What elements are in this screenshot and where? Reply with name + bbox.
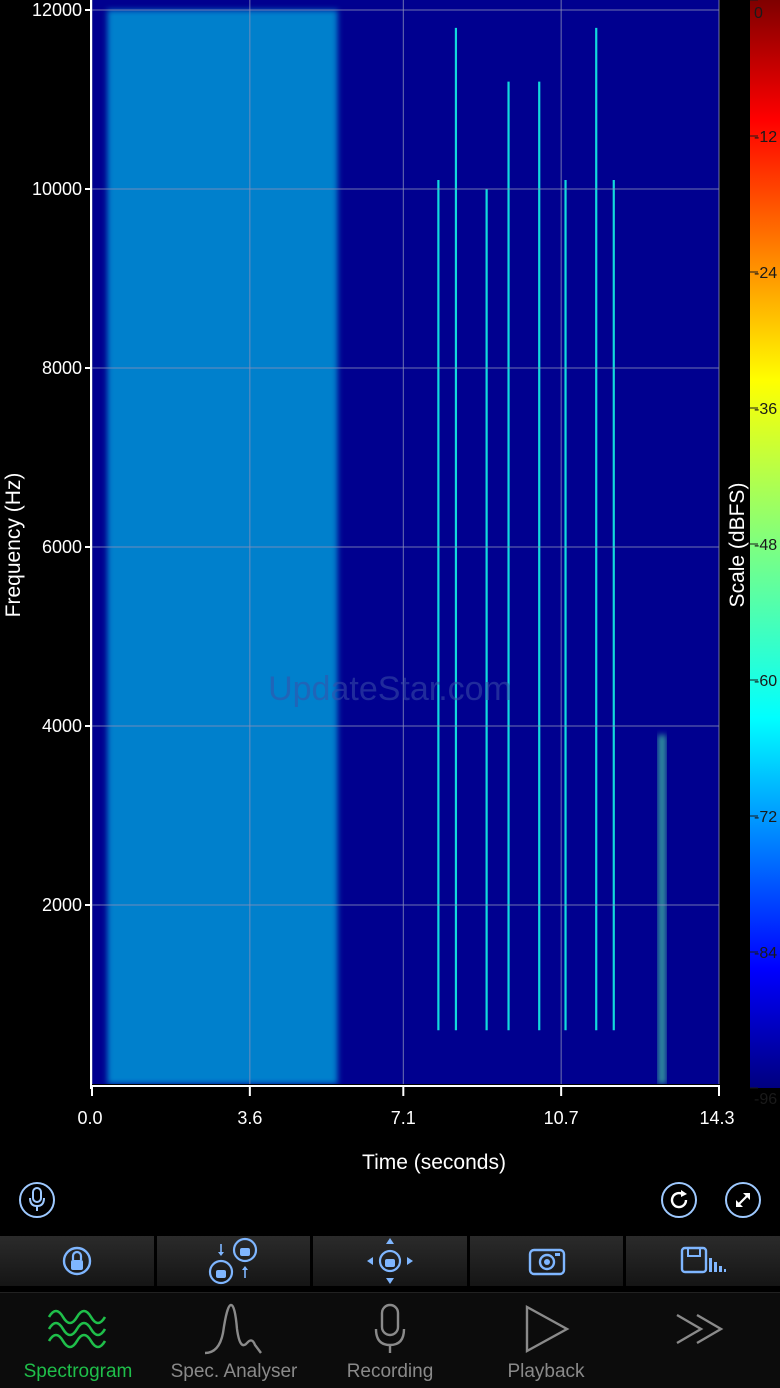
watermark: UpdateStar.com (268, 670, 512, 708)
lock-icon (62, 1246, 91, 1276)
save-levels-icon (680, 1246, 727, 1274)
broadband-region-1 (657, 734, 667, 1084)
play-icon (525, 1304, 570, 1354)
y-tick-label-6000: 6000 (42, 537, 82, 557)
x-tick-label-0: 0.0 (77, 1108, 102, 1128)
scale-tick-label-2: -24 (754, 265, 777, 282)
microphone-button[interactable] (19, 1182, 55, 1218)
stacked-lock-button[interactable] (156, 1236, 311, 1286)
scale-tick-label-0: 0 (754, 5, 763, 22)
tab-bar: Spectrogram Spec. Analyser Recording Pla… (0, 1292, 780, 1388)
color-scale-label: Scale (dBFS) (726, 483, 749, 608)
scale-tick-label-4: -48 (754, 537, 777, 554)
expand-button[interactable] (725, 1182, 761, 1218)
tab-playback[interactable]: Playback (468, 1293, 624, 1388)
microphone-icon (374, 1303, 406, 1353)
tab-spectrogram-label: Spectrogram (23, 1361, 133, 1382)
scale-tick-label-6: -72 (754, 809, 777, 826)
scale-tick-label-3: -36 (754, 401, 777, 418)
spectrum-peak-icon (204, 1303, 262, 1355)
y-axis-label: Frequency (Hz) (2, 473, 25, 618)
lock-button[interactable] (0, 1236, 154, 1286)
y-tick-label-2000: 2000 (42, 895, 82, 915)
tab-recording-label: Recording (346, 1361, 434, 1382)
tab-spec-analyser-label: Spec. Analyser (170, 1361, 298, 1382)
x-tick-label-3: 10.7 (544, 1108, 579, 1128)
color-scale: 0 -12 -24 -36 -48 -60 -72 -84 -96 (750, 0, 780, 1108)
stacked-lock-icon (209, 1237, 258, 1285)
camera-icon (528, 1248, 565, 1276)
tab-spectrogram[interactable]: Spectrogram (0, 1293, 156, 1388)
microphone-icon (29, 1187, 45, 1211)
move-lock-icon (366, 1238, 413, 1284)
tab-spec-analyser[interactable]: Spec. Analyser (156, 1293, 312, 1388)
refresh-icon (670, 1190, 688, 1209)
fast-forward-icon (676, 1313, 724, 1345)
x-tick-label-4: 14.3 (699, 1108, 734, 1128)
expand-icon (736, 1193, 750, 1207)
y-tick-label-4000: 4000 (42, 716, 82, 736)
move-lock-button[interactable] (313, 1236, 467, 1286)
scale-tick-label-1: -12 (754, 129, 777, 146)
spectrogram-wave-icon (47, 1309, 107, 1349)
tab-recording[interactable]: Recording (312, 1293, 468, 1388)
save-levels-button[interactable] (626, 1236, 780, 1286)
scale-tick-label-5: -60 (754, 673, 777, 690)
chart-controls (0, 1174, 780, 1230)
scale-tick-label-7: -84 (754, 945, 777, 962)
toolbar (0, 1236, 780, 1286)
x-tick-label-2: 7.1 (391, 1108, 416, 1128)
camera-button[interactable] (469, 1236, 624, 1286)
x-tick-label-1: 3.6 (237, 1108, 262, 1128)
refresh-button[interactable] (661, 1182, 697, 1218)
y-tick-label-12000: 12000 (32, 0, 82, 20)
tab-more[interactable] (624, 1293, 780, 1388)
x-axis-label: Time (seconds) (362, 1151, 506, 1174)
y-tick-label-8000: 8000 (42, 358, 82, 378)
y-tick-label-10000: 10000 (32, 179, 82, 199)
tab-playback-label: Playback (507, 1361, 585, 1382)
scale-tick-label-8: -96 (754, 1091, 777, 1108)
